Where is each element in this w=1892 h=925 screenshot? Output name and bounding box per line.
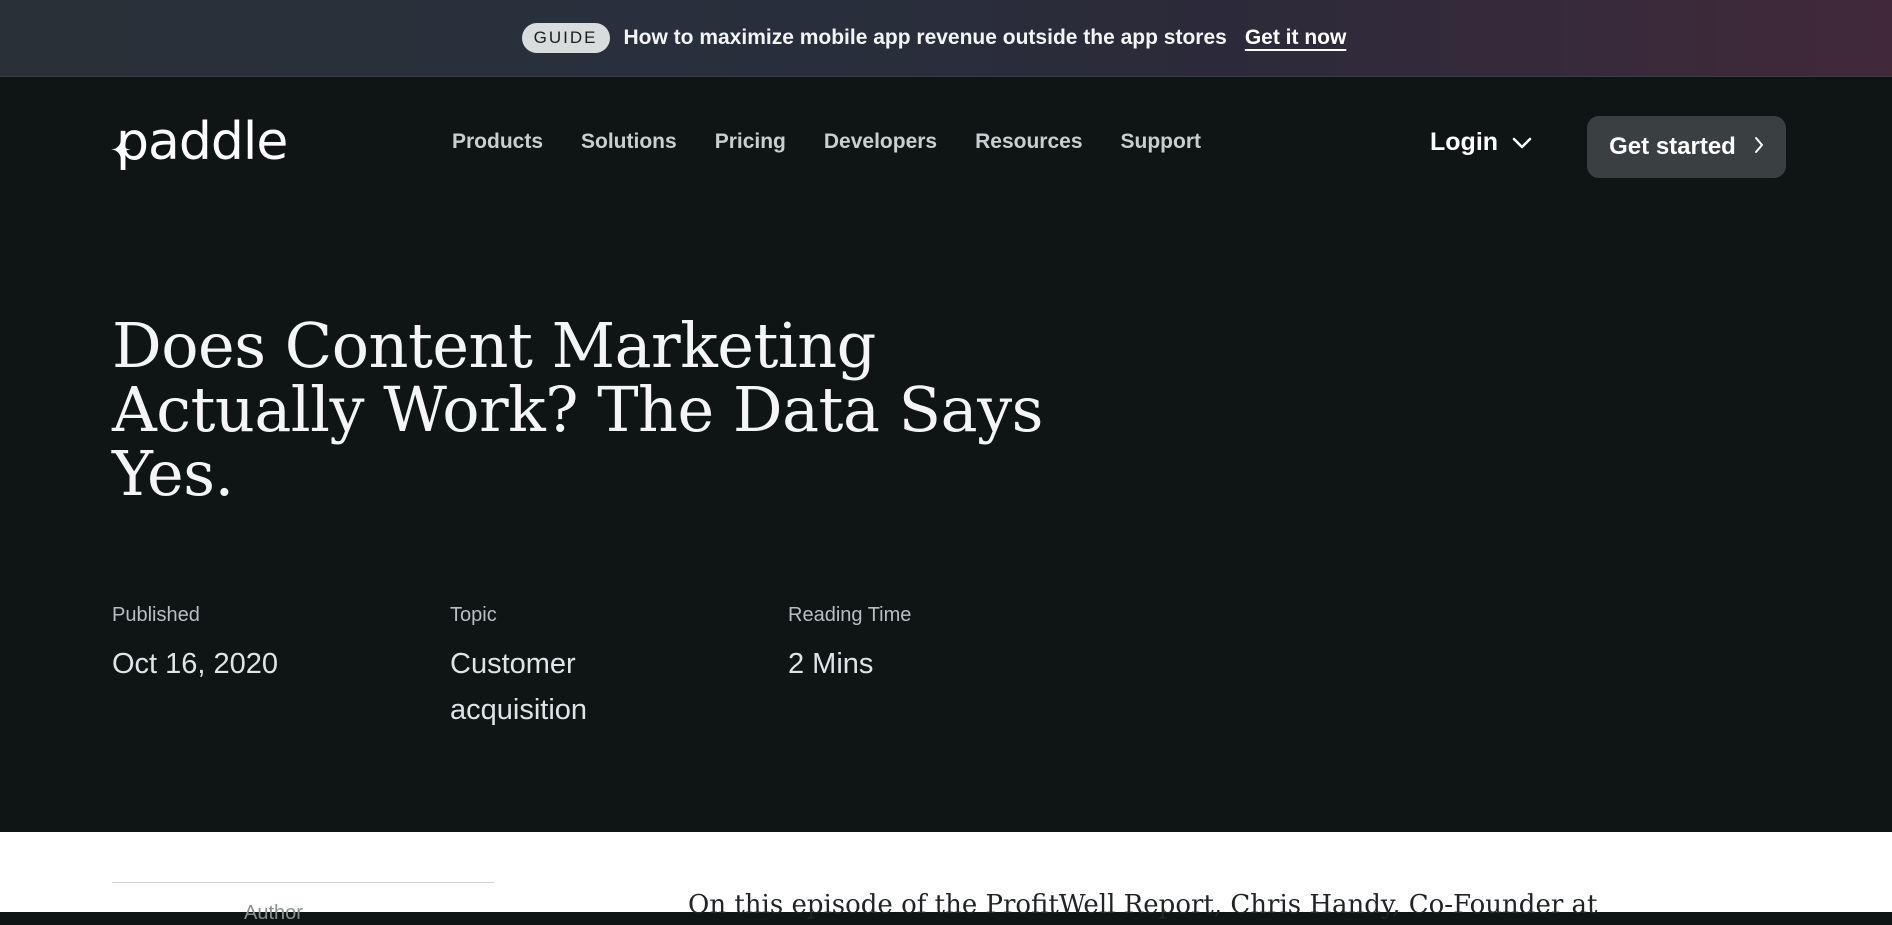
login-button[interactable]: Login: [1430, 128, 1532, 157]
nav-developers[interactable]: Developers: [824, 130, 937, 154]
nav-pricing[interactable]: Pricing: [715, 130, 786, 154]
banner-link[interactable]: Get it now: [1245, 26, 1347, 50]
author-label: Author: [244, 902, 303, 924]
nav-support[interactable]: Support: [1121, 130, 1201, 154]
divider: [112, 882, 494, 883]
meta-value: 2 Mins: [788, 648, 874, 680]
nav-solutions[interactable]: Solutions: [581, 130, 677, 154]
paddle-logo[interactable]: ✦ paddle: [110, 116, 288, 168]
nav-resources[interactable]: Resources: [975, 130, 1082, 154]
article-title: Does Content Marketing Actually Work? Th…: [112, 309, 1043, 510]
meta-label: Topic: [450, 604, 497, 626]
meta-label: Reading Time: [788, 604, 912, 626]
cta-label: Get started: [1609, 133, 1736, 160]
meta-value: Oct 16, 2020: [112, 648, 279, 680]
get-started-button[interactable]: Get started: [1587, 116, 1786, 178]
logo-text: paddle: [116, 112, 288, 172]
meta-reading-time: Reading Time 2 Mins: [788, 604, 1088, 687]
meta-topic: Topic Customer acquisition: [450, 604, 650, 733]
article-intro: On this episode of the ProfitWell Report…: [688, 890, 1598, 920]
announcement-banner: GUIDE How to maximize mobile app revenue…: [0, 0, 1892, 77]
login-label: Login: [1430, 128, 1499, 156]
chevron-down-icon: [1512, 137, 1532, 149]
meta-published: Published Oct 16, 2020: [112, 604, 412, 687]
guide-badge: GUIDE: [521, 23, 610, 53]
logo-mark-icon: ✦: [110, 136, 132, 166]
main-nav: Products Solutions Pricing Developers Re…: [452, 130, 1201, 154]
nav-products[interactable]: Products: [452, 130, 543, 154]
banner-text: How to maximize mobile app revenue outsi…: [623, 26, 1227, 49]
article-body: Author On this episode of the ProfitWell…: [0, 832, 1892, 924]
meta-label: Published: [112, 604, 200, 626]
chevron-right-icon: [1754, 133, 1764, 161]
meta-value[interactable]: Customer acquisition: [450, 641, 650, 733]
